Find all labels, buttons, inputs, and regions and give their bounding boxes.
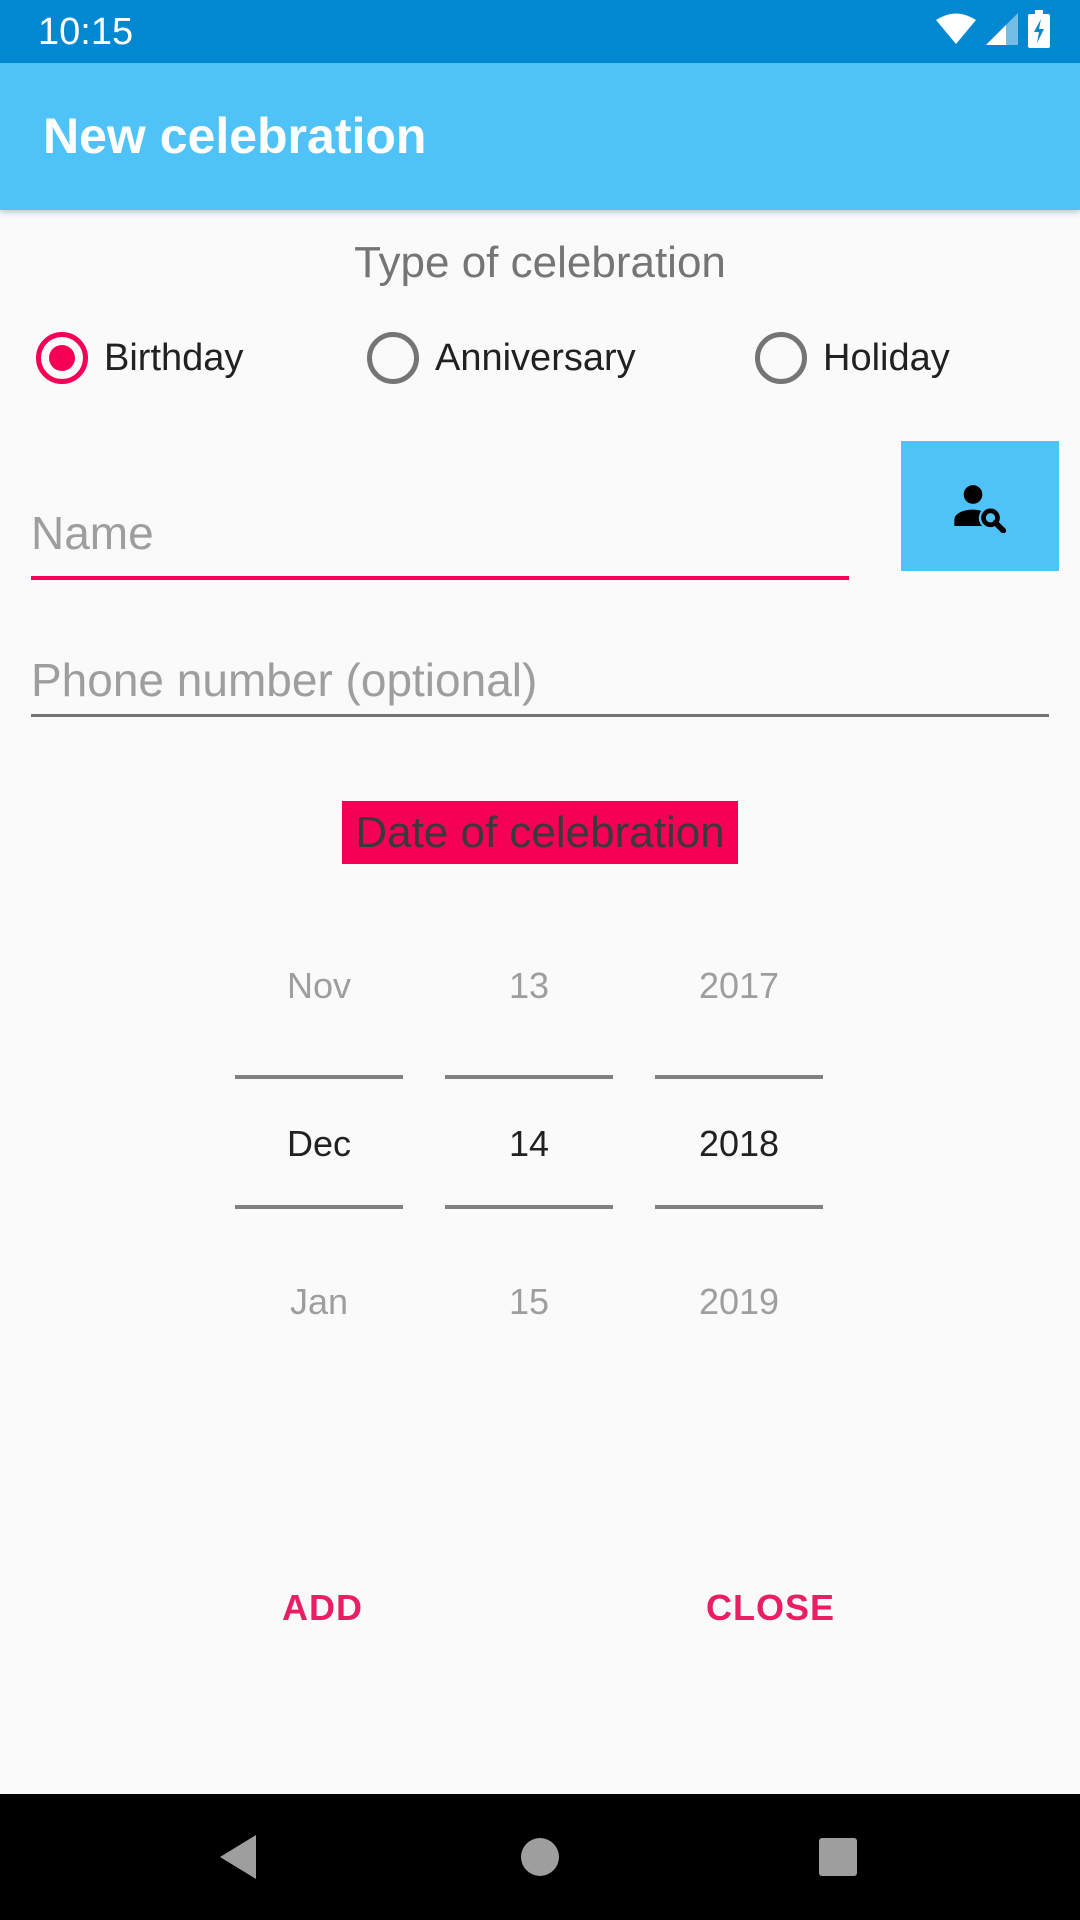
cellular-signal-icon <box>986 12 1018 50</box>
screen: 10:15 New celebration Type of celebratio… <box>0 0 1080 1920</box>
radio-anniversary[interactable]: Anniversary <box>367 330 636 386</box>
home-icon[interactable] <box>515 1832 565 1882</box>
month-prev[interactable]: Nov <box>235 964 403 1008</box>
contact-search-icon <box>952 477 1008 536</box>
year-next[interactable]: 2019 <box>655 1280 823 1324</box>
phone-field <box>31 645 1049 717</box>
day-picker[interactable]: 13 14 15 <box>445 940 613 1340</box>
radio-label-birthday: Birthday <box>104 336 244 379</box>
status-time: 10:15 <box>38 11 134 53</box>
app-bar: New celebration <box>0 63 1080 210</box>
type-heading: Type of celebration <box>354 238 726 287</box>
radio-checked-icon <box>36 332 88 384</box>
radio-unchecked-icon <box>755 332 807 384</box>
wifi-icon <box>936 13 976 50</box>
app-title: New celebration <box>43 108 427 164</box>
name-input[interactable] <box>31 490 849 576</box>
close-button[interactable]: CLOSE <box>686 1578 855 1638</box>
phone-input[interactable] <box>31 645 1049 714</box>
navigation-bar <box>0 1794 1080 1920</box>
month-next[interactable]: Jan <box>235 1280 403 1324</box>
picker-divider <box>655 1075 823 1079</box>
radio-unchecked-icon <box>367 332 419 384</box>
contact-search-button[interactable] <box>901 441 1059 571</box>
month-picker[interactable]: Nov Dec Jan <box>235 940 403 1340</box>
year-current[interactable]: 2018 <box>655 1122 823 1166</box>
recents-icon[interactable] <box>813 1832 863 1882</box>
picker-divider <box>655 1205 823 1209</box>
add-button[interactable]: ADD <box>262 1578 383 1638</box>
back-icon[interactable] <box>213 1832 263 1882</box>
name-field <box>31 490 849 580</box>
radio-label-anniversary: Anniversary <box>435 336 636 379</box>
year-prev[interactable]: 2017 <box>655 964 823 1008</box>
picker-divider <box>235 1205 403 1209</box>
day-next[interactable]: 15 <box>445 1280 613 1324</box>
picker-divider <box>445 1205 613 1209</box>
month-current[interactable]: Dec <box>235 1122 403 1166</box>
picker-divider <box>445 1075 613 1079</box>
status-icons <box>936 9 1050 53</box>
day-prev[interactable]: 13 <box>445 964 613 1008</box>
picker-divider <box>235 1075 403 1079</box>
radio-birthday[interactable]: Birthday <box>36 330 243 386</box>
date-label: Date of celebration <box>342 801 738 864</box>
radio-label-holiday: Holiday <box>823 336 950 379</box>
day-current[interactable]: 14 <box>445 1122 613 1166</box>
battery-charging-icon <box>1028 9 1050 53</box>
status-bar: 10:15 <box>0 0 1080 63</box>
year-picker[interactable]: 2017 2018 2019 <box>655 940 823 1340</box>
radio-holiday[interactable]: Holiday <box>755 330 950 386</box>
